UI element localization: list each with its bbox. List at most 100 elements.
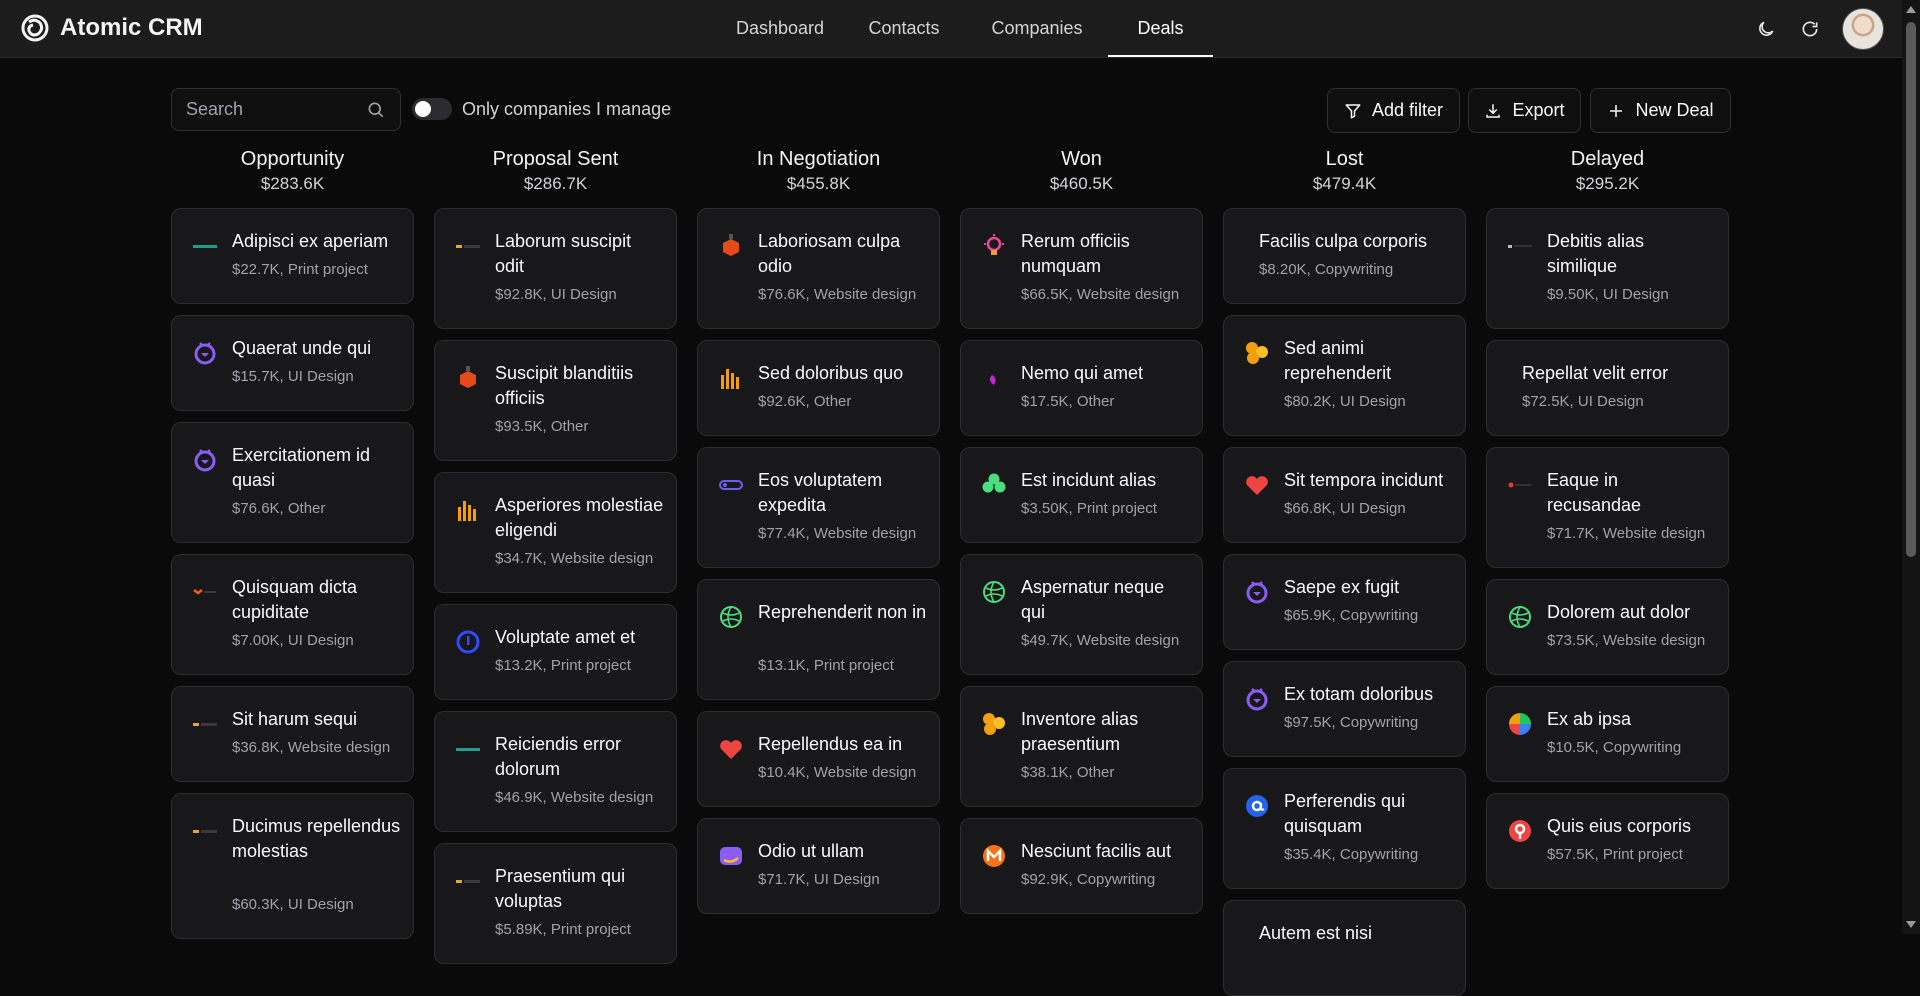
refresh-icon: [1802, 21, 1818, 36]
deal-card[interactable]: Perferendis qui quisquam $35.4K, Copywrit…: [1223, 768, 1466, 889]
deal-card[interactable]: Eaque in recusandae $71.7K, Website desig…: [1486, 447, 1729, 568]
deal-card[interactable]: Debitis alias similique $9.50K, UI Design: [1486, 208, 1729, 329]
deal-title: Adipisci ex aperiam: [232, 231, 389, 251]
deal-amount-category: $38.1K, Other: [1021, 764, 1115, 781]
deal-card[interactable]: Adipisci ex aperiam $22.7K, Print project: [171, 208, 414, 304]
toggle-label: Only companies I manage: [462, 99, 672, 119]
atomic-logo-icon: [21, 14, 49, 42]
scroll-up-arrow[interactable]: [1906, 6, 1916, 13]
tab-companies[interactable]: Companies: [966, 0, 1108, 57]
deal-title: Reiciendis error dolorum: [495, 734, 622, 779]
column-header: Delayed $295.2K: [1486, 146, 1729, 196]
deal-card[interactable]: Repellat velit error $72.5K, UI Design: [1486, 340, 1729, 436]
deal-card[interactable]: Quaerat unde qui $15.7K, UI Design: [171, 315, 414, 411]
company-logo-icon: [981, 472, 1007, 498]
company-logo-icon: [981, 365, 1007, 391]
deal-card[interactable]: Repellendus ea in $10.4K, Website design: [697, 711, 940, 807]
deal-amount-category: $49.7K, Website design: [1021, 632, 1180, 649]
company-logo-icon: [192, 340, 218, 366]
company-logo-icon: [192, 579, 218, 605]
deal-card[interactable]: Saepe ex fugit $65.9K, Copywriting: [1223, 554, 1466, 650]
user-avatar[interactable]: [1842, 7, 1884, 50]
company-logo-icon: [718, 736, 744, 762]
add-filter-button[interactable]: Add filter: [1327, 88, 1460, 133]
deal-amount-category: $13.2K, Print project: [495, 657, 631, 674]
deal-column: Delayed $295.2K Debitis alias similique $9.…: [1486, 146, 1729, 889]
deal-card[interactable]: Aspernatur neque qui $49.7K, Website desi…: [960, 554, 1203, 675]
deal-title: Nesciunt facilis aut: [1021, 841, 1172, 861]
export-button[interactable]: Export: [1468, 88, 1581, 133]
column-total: $455.8K: [786, 174, 851, 193]
company-logo-icon: [1507, 818, 1533, 844]
deal-amount-category: $71.7K, Website design: [1547, 525, 1706, 542]
deal-amount-category: $15.7K, UI Design: [232, 368, 354, 385]
deal-amount-category: $76.6K, Website design: [758, 286, 917, 303]
deal-card[interactable]: Facilis culpa corporis $8.20K, Copywritin…: [1223, 208, 1466, 304]
deal-card[interactable]: Sed doloribus quo $92.6K, Other: [697, 340, 940, 436]
main-nav: Dashboard Contacts Companies Deals: [716, 0, 1213, 57]
deal-card[interactable]: Ex totam doloribus $97.5K, Copywriting: [1223, 661, 1466, 757]
deal-amount-category: $35.4K, Copywriting: [1284, 846, 1419, 863]
deal-card[interactable]: Sit tempora incidunt $66.8K, UI Design: [1223, 447, 1466, 543]
deal-card[interactable]: Laborum suscipit odit $92.8K, UI Design: [434, 208, 677, 329]
manage-filter-toggle[interactable]: [412, 98, 452, 120]
page-scrollbar[interactable]: [1902, 0, 1920, 934]
deal-card[interactable]: Quis eius corporis $57.5K, Print project: [1486, 793, 1729, 889]
deal-amount-category: $9.50K, UI Design: [1547, 286, 1669, 303]
refresh-button[interactable]: [1792, 11, 1828, 47]
deal-title: Rerum officiis numquam: [1021, 231, 1130, 276]
deal-amount-category: $60.3K, UI Design: [232, 896, 354, 913]
company-logo-icon: [1244, 686, 1270, 712]
deal-card[interactable]: Autem est nisi: [1223, 900, 1466, 996]
deal-card[interactable]: Reprehenderit non in $13.1K, Print projec…: [697, 579, 940, 700]
company-logo-icon: [981, 579, 1007, 605]
deal-card[interactable]: Praesentium qui voluptas $5.89K, Print pr…: [434, 843, 677, 964]
tab-deals[interactable]: Deals: [1108, 0, 1213, 57]
deal-card[interactable]: Quisquam dicta cupiditate $7.00K, UI Desi…: [171, 554, 414, 675]
company-logo-icon: [192, 711, 218, 737]
deal-card[interactable]: Rerum officiis numquam $66.5K, Website de…: [960, 208, 1203, 329]
deal-title: Inventore alias praesentium: [1021, 709, 1139, 754]
deal-card[interactable]: Reiciendis error dolorum $46.9K, Website …: [434, 711, 677, 832]
new-deal-button[interactable]: New Deal: [1590, 88, 1731, 133]
deal-amount-category: $65.9K, Copywriting: [1284, 607, 1419, 624]
deal-card[interactable]: Nemo qui amet $17.5K, Other: [960, 340, 1203, 436]
deal-amount-category: $71.7K, UI Design: [758, 871, 880, 888]
deal-card[interactable]: Sed animi reprehenderit $80.2K, UI Design: [1223, 315, 1466, 436]
deal-title: Sed doloribus quo: [758, 363, 904, 383]
deal-card[interactable]: Voluptate amet et $13.2K, Print project: [434, 604, 677, 700]
deal-card[interactable]: Inventore alias praesentium $38.1K, Other: [960, 686, 1203, 807]
deal-title: Aspernatur neque qui: [1021, 577, 1165, 622]
deal-title: Suscipit blanditiis officiis: [495, 363, 634, 408]
deal-amount-category: $57.5K, Print project: [1547, 846, 1683, 863]
column-header: Proposal Sent $286.7K: [434, 146, 677, 196]
company-logo-icon: [718, 604, 744, 630]
deal-card[interactable]: Nesciunt facilis aut $92.9K, Copywriting: [960, 818, 1203, 914]
column-title: Proposal Sent: [492, 148, 619, 170]
search-icon: [368, 102, 384, 118]
deal-card[interactable]: Asperiores molestiae eligendi $34.7K, Web…: [434, 472, 677, 593]
deal-card[interactable]: Sit harum sequi $36.8K, Website design: [171, 686, 414, 782]
column-title: Won: [1061, 148, 1102, 170]
deal-card[interactable]: Est incidunt alias $3.50K, Print project: [960, 447, 1203, 543]
scroll-down-arrow[interactable]: [1906, 921, 1916, 928]
app-brand[interactable]: Atomic CRM: [20, 13, 203, 43]
company-logo-icon: [1244, 340, 1270, 366]
tab-dashboard[interactable]: Dashboard: [716, 0, 842, 57]
deal-card[interactable]: Suscipit blanditiis officiis $93.5K, Othe…: [434, 340, 677, 461]
deal-card[interactable]: Dolorem aut dolor $73.5K, Website design: [1486, 579, 1729, 675]
deal-card[interactable]: Eos voluptatem expedita $77.4K, Website d…: [697, 447, 940, 568]
scroll-thumb[interactable]: [1906, 22, 1916, 557]
company-logo-icon: [981, 233, 1007, 259]
deal-card[interactable]: Exercitationem id quasi $76.6K, Other: [171, 422, 414, 543]
tab-contacts[interactable]: Contacts: [842, 0, 966, 57]
deal-card[interactable]: Ex ab ipsa $10.5K, Copywriting: [1486, 686, 1729, 782]
column-header: Won $460.5K: [960, 146, 1203, 196]
company-logo-icon: [455, 868, 481, 894]
theme-toggle-button[interactable]: [1748, 11, 1784, 47]
deal-card[interactable]: Ducimus repellendus molestias $60.3K, UI …: [171, 793, 414, 939]
deal-card[interactable]: Laboriosam culpa odio $76.6K, Website des…: [697, 208, 940, 329]
deal-column: Won $460.5K Rerum officiis numquam $66.5K, …: [960, 146, 1203, 914]
deal-title: Laboriosam culpa odio: [758, 231, 901, 276]
deal-card[interactable]: Odio ut ullam $71.7K, UI Design: [697, 818, 940, 914]
